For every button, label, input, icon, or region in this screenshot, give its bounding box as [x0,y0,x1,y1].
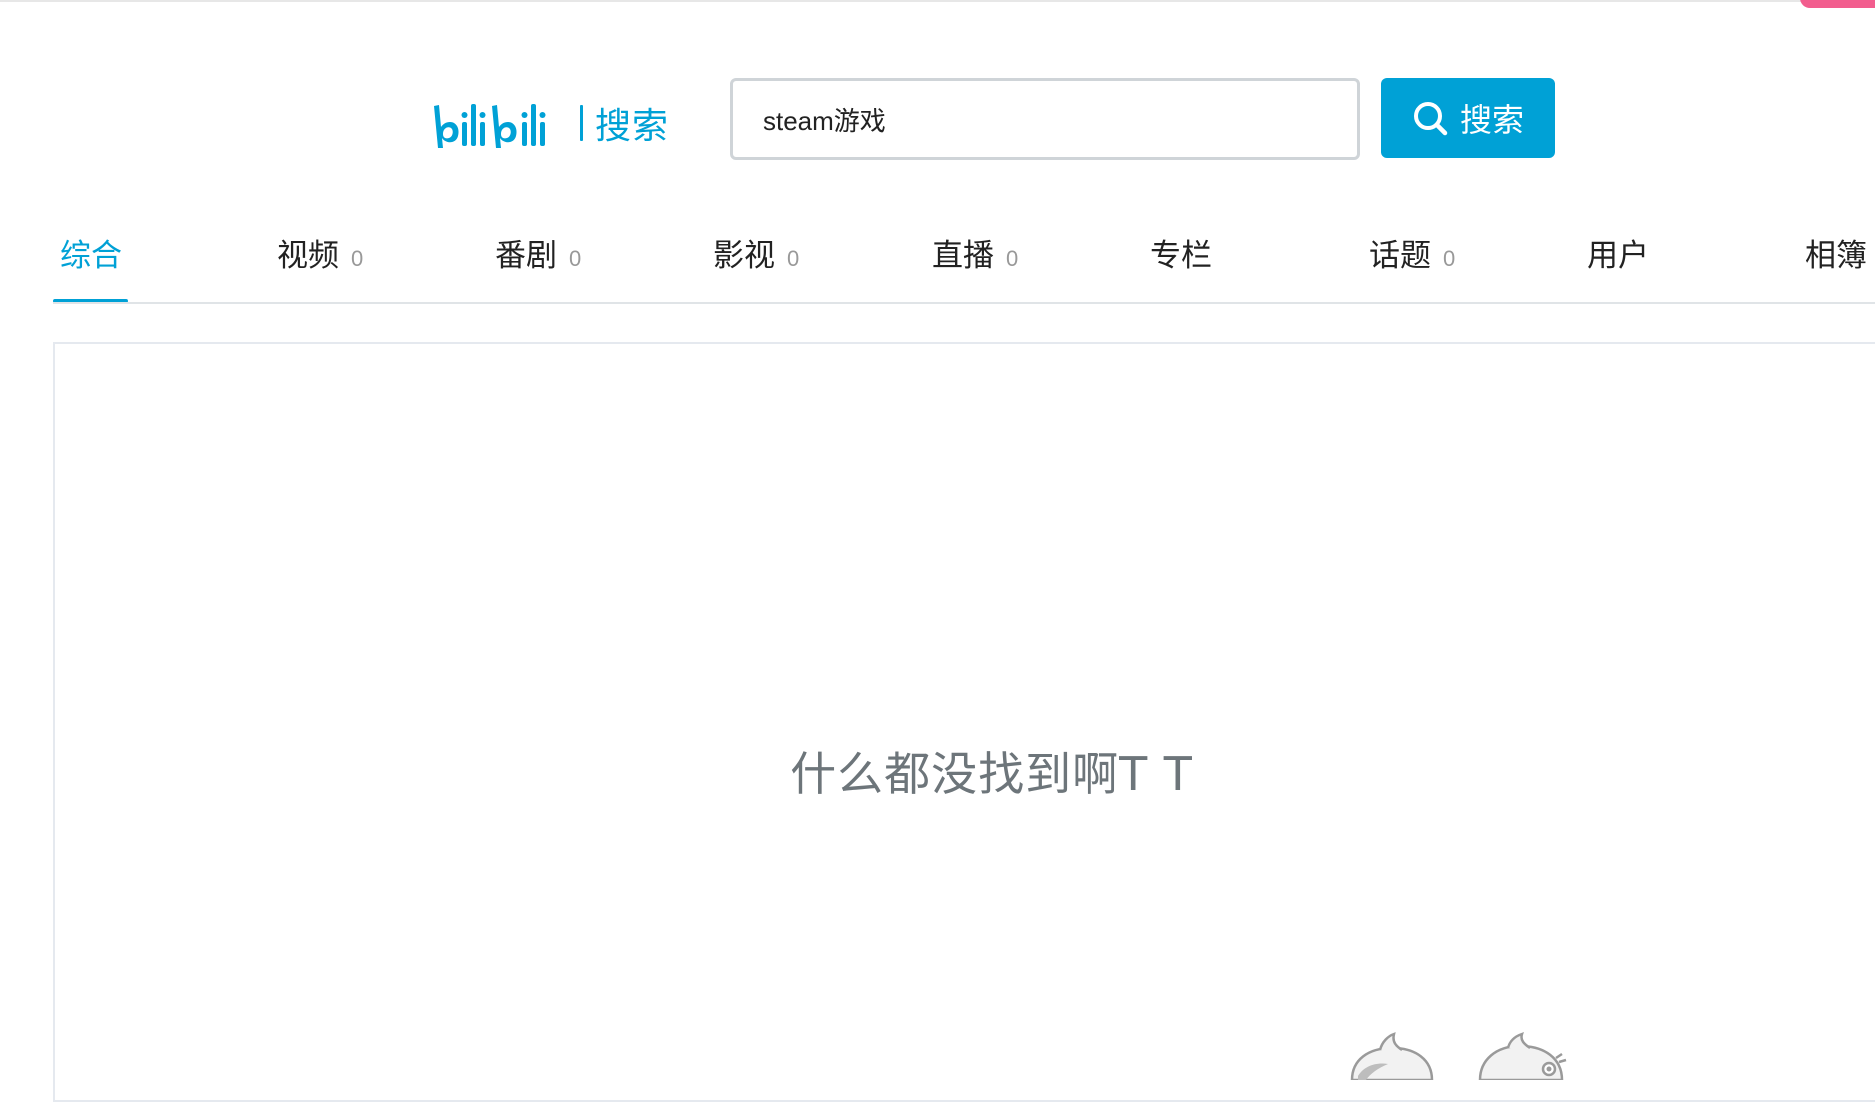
logo-divider [580,105,583,141]
tab-label: 综合 [60,238,122,274]
tab-label: 话题 [1369,238,1431,274]
logo-section-label: 搜索 [595,106,670,147]
tab-count: 0 [569,246,582,271]
empty-results-message-row: 什么都没找到啊T T [0,738,1875,804]
two-mascots-peeking-icon [1350,1032,1567,1080]
tab-user[interactable]: 用户 [1587,230,1649,275]
tab-count: 0 [1006,246,1019,271]
empty-results-message: 什么都没找到啊T T [790,747,1193,801]
tab-count: 0 [1443,246,1456,271]
tab-label: 专栏 [1150,238,1212,274]
bilibili-logo-icon [434,104,546,148]
tab-comprehensive[interactable]: 综合 [60,230,122,275]
results-panel [53,342,1875,1102]
tab-label: 相簿 [1805,238,1867,274]
tab-label: 影视 [713,238,775,274]
search-button[interactable]: 搜索 [1381,78,1555,158]
tab-bangumi[interactable]: 番剧 0 [495,230,581,275]
tabs-divider [53,302,1875,304]
search-button-label: 搜索 [1459,101,1524,139]
search-field[interactable] [730,78,1360,160]
search-icon [1413,102,1448,136]
site-logo[interactable]: 搜索 [430,88,669,158]
tab-live[interactable]: 直播 0 [932,230,1018,275]
tab-album[interactable]: 相簿 [1805,230,1867,275]
tab-video[interactable]: 视频 0 [277,230,363,275]
tab-article[interactable]: 专栏 [1150,230,1212,275]
tab-film[interactable]: 影视 0 [713,230,799,275]
search-input[interactable] [763,103,1323,135]
tab-count: 0 [351,246,364,271]
corner-tab-pill[interactable] [1800,0,1875,8]
search-type-tabs: 综合 视频 0 番剧 0 影视 0 直播 0 专栏 话题 0 用户 相簿 [0,210,1875,302]
tab-label: 视频 [277,238,339,274]
tab-label: 番剧 [495,238,557,274]
tab-topic[interactable]: 话题 0 [1369,230,1455,275]
tab-label: 用户 [1587,238,1649,274]
top-border [0,0,1875,2]
tab-count: 0 [787,246,800,271]
tab-label: 直播 [932,238,994,274]
